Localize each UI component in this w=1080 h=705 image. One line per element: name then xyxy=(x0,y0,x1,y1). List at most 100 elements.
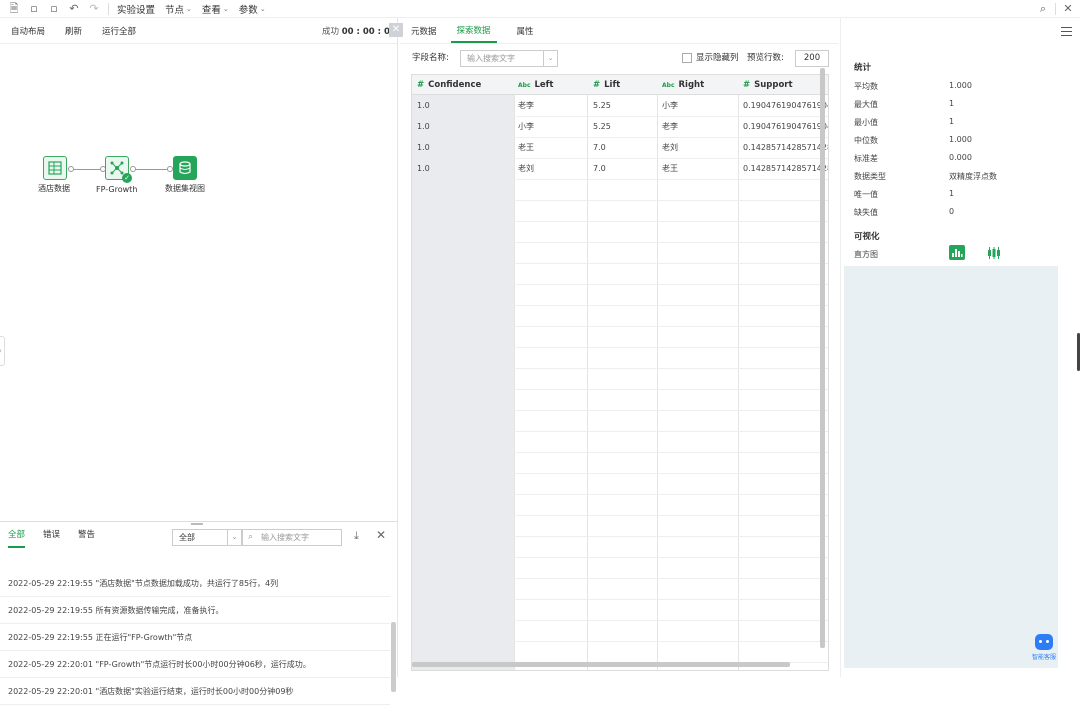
column-header-support[interactable]: # Support xyxy=(743,75,793,95)
row-divider xyxy=(514,536,828,537)
save-as-icon[interactable]: ▫ xyxy=(48,2,60,15)
node-dataset-view[interactable] xyxy=(173,156,197,180)
number-type-icon: # xyxy=(743,80,751,90)
table-row[interactable]: 1.0 老王 7.0 老刘 0.1428571428571428 xyxy=(412,137,828,158)
row-divider xyxy=(514,179,828,180)
tab-metadata[interactable]: 元数据 xyxy=(411,25,437,43)
stats-title: 统计 xyxy=(854,63,872,73)
table-row[interactable]: 1.0 小李 5.25 老李 0.1904761904761904 xyxy=(412,116,828,137)
log-row: 2022-05-29 22:19:55 "酒店数据"节点数据加载成功，共运行了8… xyxy=(0,570,390,597)
histogram-label: 直方图 xyxy=(854,250,878,259)
log-scrollbar[interactable] xyxy=(391,622,396,692)
save-icon[interactable]: ▫ xyxy=(28,2,40,15)
new-file-icon[interactable]: 🗎 xyxy=(8,2,20,15)
tab-warnings[interactable]: 警告 xyxy=(78,522,95,548)
row-divider xyxy=(514,494,828,495)
table-row[interactable]: 1.0 老刘 7.0 老王 0.1428571428571428 xyxy=(412,158,828,179)
column-header-left[interactable]: Abc Left xyxy=(518,75,553,95)
menu-experiment-settings[interactable]: 实验设置 xyxy=(117,2,155,16)
chevron-down-icon: ⌄ xyxy=(543,51,557,66)
histogram-icon[interactable] xyxy=(949,245,965,260)
node-hotel-data[interactable] xyxy=(43,156,67,180)
log-row: 2022-05-29 22:19:55 正在运行"FP-Growth"节点 xyxy=(0,624,390,651)
table-cell: 小李 xyxy=(662,101,678,110)
grid-vertical-scrollbar[interactable] xyxy=(820,68,825,648)
menu-node[interactable]: 节点 ⌄ xyxy=(165,2,192,16)
assistant-button[interactable]: 智能客服 xyxy=(1030,634,1058,670)
workflow-pane: 自动布局 刷新 运行全部 成功 00 : 00 : 09 ✕ 酒店数据 ✓ FP… xyxy=(0,18,403,705)
check-icon: ✓ xyxy=(122,173,132,183)
close-icon[interactable]: ✕ xyxy=(1062,3,1074,15)
table-cell: 老刘 xyxy=(518,164,534,173)
row-divider xyxy=(514,347,828,348)
output-port[interactable] xyxy=(68,166,74,172)
spreadsheet-icon xyxy=(48,161,62,175)
undo-icon[interactable]: ↶ xyxy=(68,2,80,15)
preview-rows-label: 预览行数: xyxy=(747,53,784,63)
table-cell: 小李 xyxy=(518,122,534,131)
tab-properties[interactable]: 属性 xyxy=(517,25,534,43)
data-view-pane: 元数据 探索数据 属性 字段名称: 输入搜索文字 ⌄ 显示隐藏列 预览行数: 20… xyxy=(400,18,838,677)
log-row: 2022-05-29 22:20:01 "酒店数据"实验运行结束，运行时长00小… xyxy=(0,678,390,705)
column-header-right[interactable]: Abc Right xyxy=(662,75,704,95)
text-type-icon: Abc xyxy=(518,82,531,89)
edge xyxy=(135,169,169,170)
column-divider xyxy=(587,95,588,670)
row-divider xyxy=(514,473,828,474)
tab-all[interactable]: 全部 xyxy=(8,522,26,548)
log-level-select[interactable]: 全部 ⌄ xyxy=(172,529,242,546)
resize-handle[interactable] xyxy=(191,523,203,525)
output-port[interactable] xyxy=(130,166,136,172)
node-fp-growth[interactable]: ✓ xyxy=(105,156,132,183)
column-header-lift[interactable]: # Lift xyxy=(593,75,620,95)
redo-icon[interactable]: ↷ xyxy=(88,2,100,15)
search-icon[interactable]: ⌕ xyxy=(1037,3,1049,15)
tab-errors[interactable]: 错误 xyxy=(43,522,60,548)
collapse-panel-handle[interactable]: ‹ xyxy=(0,336,5,366)
data-view-tabs: 元数据 探索数据 属性 xyxy=(400,18,838,44)
grid-horizontal-scrollbar[interactable] xyxy=(412,662,790,667)
number-type-icon: # xyxy=(593,80,601,90)
column-header-confidence[interactable]: # Confidence xyxy=(417,75,481,95)
node-label: FP-Growth xyxy=(96,185,138,194)
refresh-button[interactable]: 刷新 xyxy=(65,25,82,37)
top-toolbar: 🗎 ▫ ▫ ↶ ↷ 实验设置 节点 ⌄ 查看 ⌄ 参数 ⌄ ⌕ ✕ xyxy=(0,0,1080,18)
menu-view[interactable]: 查看 ⌄ xyxy=(202,2,229,16)
table-cell: 老王 xyxy=(518,143,534,152)
row-divider xyxy=(514,578,828,579)
row-divider xyxy=(514,620,828,621)
download-icon[interactable]: ⤓ xyxy=(354,529,359,543)
tab-explore-data[interactable]: 探索数据 xyxy=(450,24,497,43)
statistics-pane: 统计 平均数 1.000 最大值 1 最小值 1 中位数 1.000 标准差 0.000 … xyxy=(840,18,1080,677)
run-all-button[interactable]: 运行全部 xyxy=(102,25,136,37)
stat-row: 平均数 1.000 xyxy=(854,81,972,91)
database-icon xyxy=(179,161,191,175)
row-divider xyxy=(514,284,828,285)
chevron-down-icon: ⌄ xyxy=(186,4,192,13)
close-icon[interactable]: ✕ xyxy=(376,528,386,542)
field-search-input[interactable]: 输入搜索文字 ⌄ xyxy=(460,50,558,67)
boxplot-icon[interactable] xyxy=(987,247,1001,259)
stat-row: 数据类型 双精度浮点数 xyxy=(854,172,997,181)
field-name-label: 字段名称: xyxy=(412,53,449,63)
show-hidden-checkbox[interactable] xyxy=(682,53,692,63)
auto-layout-button[interactable]: 自动布局 xyxy=(11,25,45,37)
menu-icon[interactable] xyxy=(1061,27,1072,36)
table-row[interactable]: 1.0 老李 5.25 小李 0.1904761904761904 xyxy=(412,95,829,116)
log-list: 2022-05-29 22:19:55 "酒店数据"节点数据加载成功，共运行了8… xyxy=(0,570,390,705)
table-cell: 5.25 xyxy=(593,122,611,131)
table-cell: 0.1904761904761904 xyxy=(743,101,829,110)
log-row: 2022-05-29 22:19:55 所有资源数据传输完成，准备执行。 xyxy=(0,597,390,624)
row-divider xyxy=(514,242,828,243)
stat-row: 标准差 0.000 xyxy=(854,153,972,163)
preview-rows-input[interactable]: 200 xyxy=(795,50,829,67)
log-search-input[interactable]: ⌕ 输入搜索文字 xyxy=(242,529,342,546)
column-divider xyxy=(514,95,515,670)
histogram-chart-area xyxy=(844,266,1058,668)
menu-params[interactable]: 参数 ⌄ xyxy=(239,2,266,16)
workflow-canvas[interactable]: 酒店数据 ✓ FP-Growth 数据集视图 ‹ xyxy=(0,44,398,519)
show-hidden-label: 显示隐藏列 xyxy=(696,53,739,63)
assistant-label: 智能客服 xyxy=(1031,654,1056,661)
canvas-toolbar: 自动布局 刷新 运行全部 成功 00 : 00 : 09 ✕ xyxy=(0,18,403,44)
column-divider xyxy=(738,95,739,670)
